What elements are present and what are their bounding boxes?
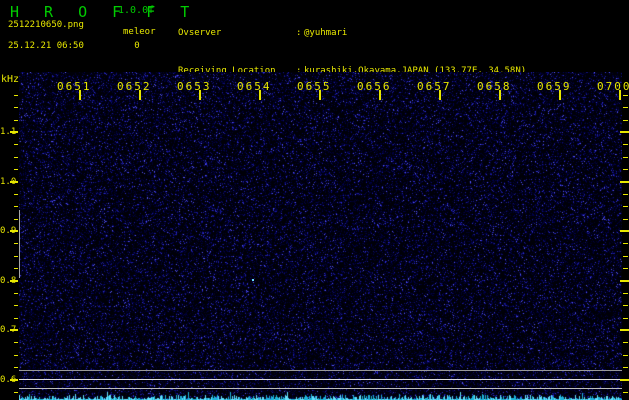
- freq-tick-minor: [14, 318, 18, 319]
- bright-speck: [252, 279, 254, 281]
- freq-tick-major-right: [620, 379, 629, 381]
- freq-tick-minor: [14, 206, 18, 207]
- observation-datetime: 25.12.21 06:50: [8, 41, 84, 51]
- info-label: Ovserver: [178, 28, 222, 38]
- start-vertical-line: [19, 210, 20, 278]
- freq-tick-minor-right: [623, 194, 628, 195]
- echo-count: 0: [134, 41, 140, 51]
- app-title: H R O F F T: [10, 3, 198, 21]
- freq-tick-minor: [14, 342, 18, 343]
- freq-tick-minor: [14, 107, 18, 108]
- time-tick: [79, 90, 81, 100]
- freq-tick-minor: [14, 144, 18, 145]
- freq-tick-minor-right: [623, 256, 628, 257]
- time-tick: [319, 90, 321, 100]
- info-value: @yuhmari: [304, 28, 348, 38]
- time-tick: [259, 90, 261, 100]
- freq-tick-minor: [14, 120, 18, 121]
- time-label: 0700: [597, 80, 629, 93]
- carrier-line-upper: [19, 370, 622, 371]
- info-row-observer: Ovserver: @yuhmari: [178, 27, 526, 40]
- time-tick: [379, 90, 381, 100]
- time-tick: [439, 90, 441, 100]
- spectrogram-noise-canvas: [19, 72, 622, 400]
- time-label: 0659: [537, 80, 572, 93]
- freq-unit-label: kHz: [1, 74, 20, 85]
- time-tick: [619, 90, 621, 100]
- freq-tick-minor-right: [623, 157, 628, 158]
- freq-tick-minor-right: [623, 219, 628, 220]
- freq-tick-minor: [14, 95, 18, 96]
- station-name: meleor: [123, 27, 156, 37]
- freq-tick-minor-right: [623, 305, 628, 306]
- spectrogram-plot: [19, 72, 622, 400]
- freq-tick-major: [10, 329, 18, 331]
- freq-tick-minor-right: [623, 120, 628, 121]
- freq-tick-minor-right: [623, 293, 628, 294]
- time-label: 0657: [417, 80, 452, 93]
- freq-tick-major-right: [620, 280, 629, 282]
- freq-tick-minor: [14, 268, 18, 269]
- freq-tick-minor-right: [623, 392, 628, 393]
- freq-tick-minor-right: [623, 144, 628, 145]
- freq-tick-minor: [14, 392, 18, 393]
- freq-tick-minor-right: [623, 206, 628, 207]
- freq-tick-minor: [14, 157, 18, 158]
- time-label: 0654: [237, 80, 272, 93]
- freq-tick-minor-right: [623, 107, 628, 108]
- hrofft-window: H R O F F T 1.0.0f 2512210650.png meleor…: [0, 0, 629, 400]
- freq-tick-minor: [14, 256, 18, 257]
- freq-tick-major: [10, 379, 18, 381]
- freq-tick-minor-right: [623, 367, 628, 368]
- freq-tick-minor-right: [623, 355, 628, 356]
- freq-tick-minor: [14, 367, 18, 368]
- freq-tick-major-right: [620, 329, 629, 331]
- info-separator: :: [296, 28, 302, 38]
- app-version: 1.0.0f: [118, 5, 155, 16]
- freq-tick-minor-right: [623, 342, 628, 343]
- freq-tick-minor: [14, 219, 18, 220]
- freq-tick-major-right: [620, 181, 629, 183]
- time-label: 0651: [57, 80, 92, 93]
- time-tick: [559, 90, 561, 100]
- time-tick: [499, 90, 501, 100]
- freq-tick-minor: [14, 293, 18, 294]
- freq-tick-major: [10, 280, 18, 282]
- signal-level-meter: [19, 392, 622, 400]
- time-label: 0656: [357, 80, 392, 93]
- freq-tick-minor: [14, 243, 18, 244]
- time-tick: [139, 90, 141, 100]
- time-label: 0658: [477, 80, 512, 93]
- freq-tick-minor: [14, 194, 18, 195]
- freq-tick-major: [10, 131, 18, 133]
- freq-tick-minor-right: [623, 95, 628, 96]
- time-label: 0652: [117, 80, 152, 93]
- time-tick: [199, 90, 201, 100]
- carrier-line-600hz: [19, 379, 622, 380]
- time-label: 0655: [297, 80, 332, 93]
- freq-tick-major: [10, 181, 18, 183]
- freq-tick-major: [10, 230, 18, 232]
- time-label: 0653: [177, 80, 212, 93]
- freq-tick-major-right: [620, 230, 629, 232]
- freq-tick-minor: [14, 169, 18, 170]
- carrier-line-lower: [19, 388, 622, 389]
- freq-tick-minor-right: [623, 268, 628, 269]
- freq-tick-minor-right: [623, 169, 628, 170]
- freq-tick-minor-right: [623, 243, 628, 244]
- output-filename: 2512210650.png: [8, 20, 84, 30]
- freq-tick-minor-right: [623, 318, 628, 319]
- freq-tick-major-right: [620, 131, 629, 133]
- freq-tick-minor: [14, 355, 18, 356]
- freq-tick-minor: [14, 305, 18, 306]
